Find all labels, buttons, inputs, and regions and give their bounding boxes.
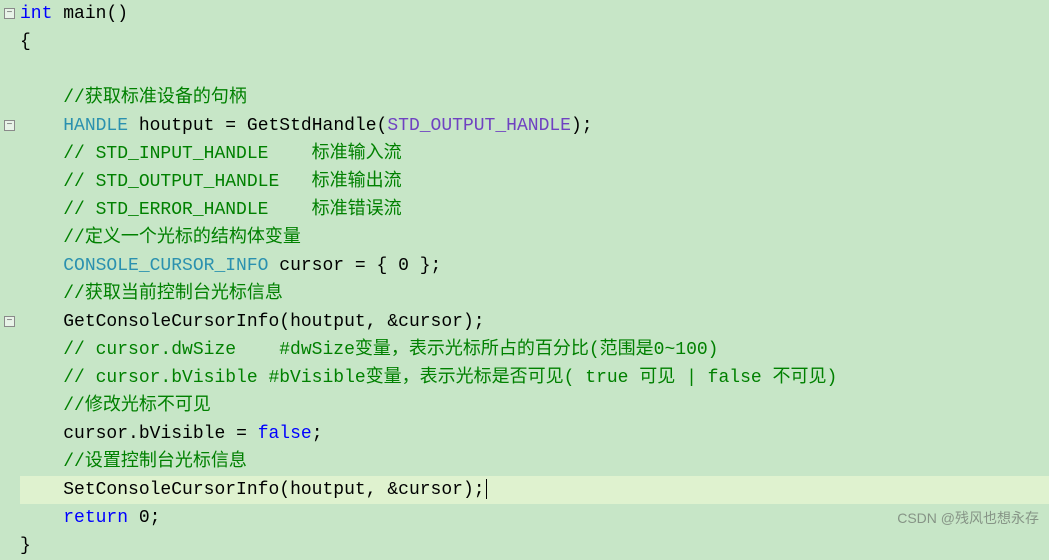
fold-toggle-icon[interactable]: − xyxy=(4,8,15,19)
token-paren: } xyxy=(20,536,31,556)
code-line[interactable]: //设置控制台光标信息 xyxy=(20,448,1049,476)
token-op: ; xyxy=(582,116,593,136)
token-paren: ( xyxy=(279,480,290,500)
token-comment: //获取当前控制台光标信息 xyxy=(63,284,283,304)
token-kw: int xyxy=(20,4,52,24)
token-ident: houtput xyxy=(290,312,366,332)
token-num: 0 xyxy=(139,508,150,528)
token-num: 0 xyxy=(398,256,409,276)
token-func: main xyxy=(63,4,106,24)
code-line[interactable]: // cursor.dwSize #dwSize变量，表示光标所占的百分比(范围… xyxy=(20,336,1049,364)
fold-toggle-icon[interactable]: − xyxy=(4,316,15,327)
token-op: ; xyxy=(431,256,442,276)
token-comment: // STD_INPUT_HANDLE 标准输入流 xyxy=(63,144,401,164)
code-line[interactable]: //获取标准设备的句柄 xyxy=(20,84,1049,112)
token-comment: //设置控制台光标信息 xyxy=(63,452,247,472)
token-ident: houtput xyxy=(139,116,215,136)
token-op: & xyxy=(387,480,398,500)
watermark-text: CSDN @残风也想永存 xyxy=(897,504,1039,532)
token-comment: // cursor.bVisible #bVisible变量，表示光标是否可见(… xyxy=(63,368,837,388)
token-func: SetConsoleCursorInfo xyxy=(63,480,279,500)
token-macro: STD_OUTPUT_HANDLE xyxy=(387,116,571,136)
token-paren: ( xyxy=(377,116,388,136)
token-paren: ( xyxy=(279,312,290,332)
code-line[interactable]: int main() xyxy=(20,0,1049,28)
code-line[interactable]: HANDLE houtput = GetStdHandle(STD_OUTPUT… xyxy=(20,112,1049,140)
token-op: ; xyxy=(150,508,161,528)
token-ident: cursor xyxy=(63,424,128,444)
token-kw: return xyxy=(63,508,128,528)
code-editor[interactable]: −−− int main(){ //获取标准设备的句柄 HANDLE houtp… xyxy=(0,0,1049,536)
token-op: , xyxy=(366,312,377,332)
token-func: GetStdHandle xyxy=(247,116,377,136)
token-kw: false xyxy=(258,424,312,444)
code-line[interactable]: cursor.bVisible = false; xyxy=(20,420,1049,448)
text-cursor xyxy=(486,479,487,499)
token-op: ; xyxy=(474,480,485,500)
token-ident: cursor xyxy=(398,480,463,500)
token-ident: cursor xyxy=(279,256,344,276)
code-line[interactable]: GetConsoleCursorInfo(houtput, &cursor); xyxy=(20,308,1049,336)
token-type: HANDLE xyxy=(63,116,128,136)
fold-gutter: − − − xyxy=(0,0,20,536)
code-line[interactable]: SetConsoleCursorInfo(houtput, &cursor); xyxy=(20,476,1049,504)
code-area[interactable]: int main(){ //获取标准设备的句柄 HANDLE houtput =… xyxy=(20,0,1049,536)
token-ident: cursor xyxy=(398,312,463,332)
code-line[interactable]: // STD_OUTPUT_HANDLE 标准输出流 xyxy=(20,168,1049,196)
code-line[interactable]: return 0; xyxy=(20,504,1049,532)
token-paren: ) xyxy=(463,312,474,332)
code-line[interactable]: } xyxy=(20,532,1049,560)
token-paren: } xyxy=(409,256,431,276)
token-func: GetConsoleCursorInfo xyxy=(63,312,279,332)
code-line[interactable] xyxy=(20,56,1049,84)
token-op: & xyxy=(387,312,398,332)
token-paren: ) xyxy=(463,480,474,500)
code-line[interactable]: // STD_ERROR_HANDLE 标准错误流 xyxy=(20,196,1049,224)
token-ident: bVisible xyxy=(139,424,225,444)
token-ident: houtput xyxy=(290,480,366,500)
code-line[interactable]: //定义一个光标的结构体变量 xyxy=(20,224,1049,252)
code-line[interactable]: // cursor.bVisible #bVisible变量，表示光标是否可见(… xyxy=(20,364,1049,392)
code-line[interactable]: CONSOLE_CURSOR_INFO cursor = { 0 }; xyxy=(20,252,1049,280)
token-paren: { xyxy=(20,32,31,52)
token-op: = xyxy=(225,116,236,136)
code-line[interactable]: //获取当前控制台光标信息 xyxy=(20,280,1049,308)
token-comment: // STD_ERROR_HANDLE 标准错误流 xyxy=(63,200,401,220)
token-comment: //获取标准设备的句柄 xyxy=(63,88,247,108)
token-comment: //修改光标不可见 xyxy=(63,396,211,416)
token-op: = xyxy=(355,256,366,276)
token-op: , xyxy=(366,480,377,500)
token-op: ; xyxy=(312,424,323,444)
token-type: CONSOLE_CURSOR_INFO xyxy=(63,256,268,276)
token-op: ; xyxy=(474,312,485,332)
token-paren: ) xyxy=(571,116,582,136)
token-op: . xyxy=(128,424,139,444)
token-paren: { xyxy=(377,256,399,276)
code-line[interactable]: { xyxy=(20,28,1049,56)
code-line[interactable]: // STD_INPUT_HANDLE 标准输入流 xyxy=(20,140,1049,168)
token-comment: //定义一个光标的结构体变量 xyxy=(63,228,301,248)
code-line[interactable]: //修改光标不可见 xyxy=(20,392,1049,420)
token-paren: () xyxy=(106,4,128,24)
token-comment: // cursor.dwSize #dwSize变量，表示光标所占的百分比(范围… xyxy=(63,340,718,360)
fold-toggle-icon[interactable]: − xyxy=(4,120,15,131)
token-comment: // STD_OUTPUT_HANDLE 标准输出流 xyxy=(63,172,401,192)
token-op: = xyxy=(236,424,247,444)
